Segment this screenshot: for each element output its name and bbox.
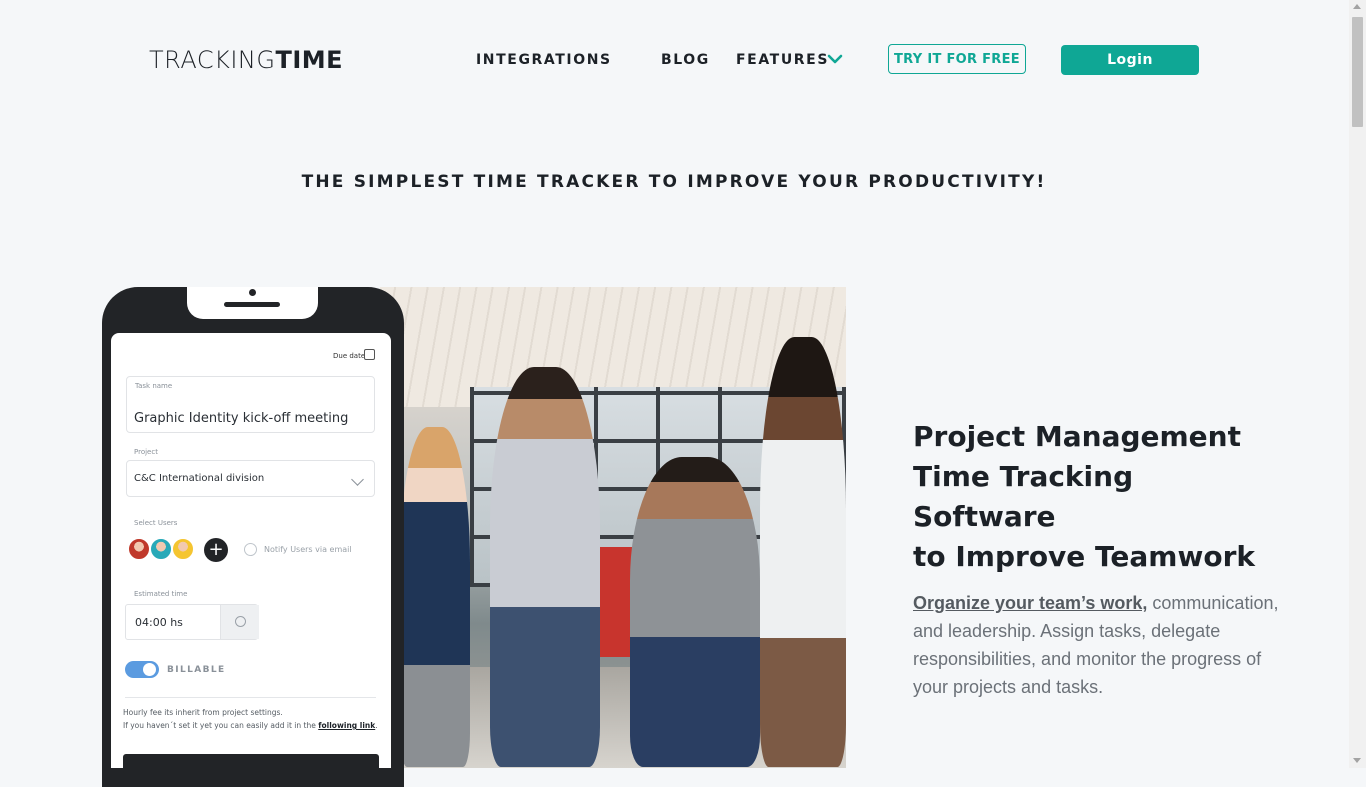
photo-person — [490, 367, 600, 767]
scroll-down-icon[interactable] — [1353, 758, 1361, 763]
following-link[interactable]: following link — [318, 721, 375, 730]
organize-link[interactable]: Organize your team’s work, — [913, 593, 1147, 613]
plus-icon[interactable]: + — [204, 538, 228, 562]
toggle-knob — [143, 663, 156, 676]
notify-label: Notify Users via email — [264, 545, 352, 554]
tagline: THE SIMPLEST TIME TRACKER TO IMPROVE YOU… — [301, 172, 1047, 192]
check-circle-icon[interactable] — [244, 543, 257, 556]
scrollbar-thumb[interactable] — [1352, 17, 1363, 127]
project-value: C&C International division — [134, 473, 265, 484]
due-date-label: Due date — [333, 352, 366, 360]
phone-speaker — [224, 302, 280, 307]
hero-headline: Project Management Time Tracking Softwar… — [913, 417, 1273, 577]
timer-button[interactable] — [220, 605, 259, 639]
avatar[interactable] — [127, 537, 151, 561]
note-line-2: If you haven´t set it yet you can easily… — [123, 721, 378, 730]
avatar[interactable] — [149, 537, 173, 561]
calendar-icon[interactable] — [364, 349, 375, 360]
avatar[interactable] — [171, 537, 195, 561]
phone-camera — [249, 289, 256, 296]
hero-description: Organize your team’s work, communication… — [913, 589, 1293, 701]
scroll-up-icon[interactable] — [1353, 4, 1361, 9]
note-line-1: Hourly fee its inherit from project sett… — [123, 708, 283, 717]
billable-toggle[interactable] — [125, 661, 159, 678]
nav-blog[interactable]: BLOG — [661, 52, 710, 68]
estimated-time-value: 04:00 hs — [135, 616, 183, 629]
task-name-field[interactable]: Task name Graphic Identity kick-off meet… — [126, 376, 375, 433]
chevron-down-icon[interactable] — [827, 53, 843, 65]
logo[interactable]: TRACKINGTIME — [149, 46, 343, 74]
submit-button[interactable] — [123, 754, 379, 774]
chevron-down-icon — [351, 473, 364, 486]
headline-line-1: Project Management — [913, 420, 1241, 453]
photo-person — [630, 457, 760, 767]
login-button[interactable]: Login — [1061, 45, 1199, 75]
divider — [125, 697, 376, 698]
project-select[interactable]: C&C International division — [126, 460, 375, 497]
nav-integrations[interactable]: INTEGRATIONS — [476, 52, 612, 68]
nav-features[interactable]: FEATURES — [736, 52, 829, 68]
select-users-label: Select Users — [134, 519, 178, 527]
stopwatch-icon — [235, 616, 246, 627]
photo-person — [760, 337, 846, 767]
estimated-time-field[interactable]: 04:00 hs — [125, 604, 259, 640]
try-free-button[interactable]: TRY IT FOR FREE — [888, 44, 1026, 74]
estimated-time-label: Estimated time — [134, 590, 188, 598]
logo-light-text: TRACKING — [149, 46, 276, 74]
project-label: Project — [134, 448, 158, 456]
phone-screen: Due date Task name Graphic Identity kick… — [111, 333, 391, 774]
task-name-label: Task name — [135, 382, 173, 390]
headline-line-2: Time Tracking Software — [913, 460, 1134, 533]
task-name-value: Graphic Identity kick-off meeting — [134, 411, 349, 426]
billable-label: BILLABLE — [167, 665, 226, 675]
note-end: . — [375, 721, 378, 730]
note-line-2-text: If you haven´t set it yet you can easily… — [123, 721, 316, 730]
team-photo — [380, 287, 846, 768]
headline-line-3: to Improve Teamwork — [913, 540, 1256, 573]
logo-bold-text: TIME — [275, 46, 344, 74]
photo-person — [400, 427, 470, 767]
